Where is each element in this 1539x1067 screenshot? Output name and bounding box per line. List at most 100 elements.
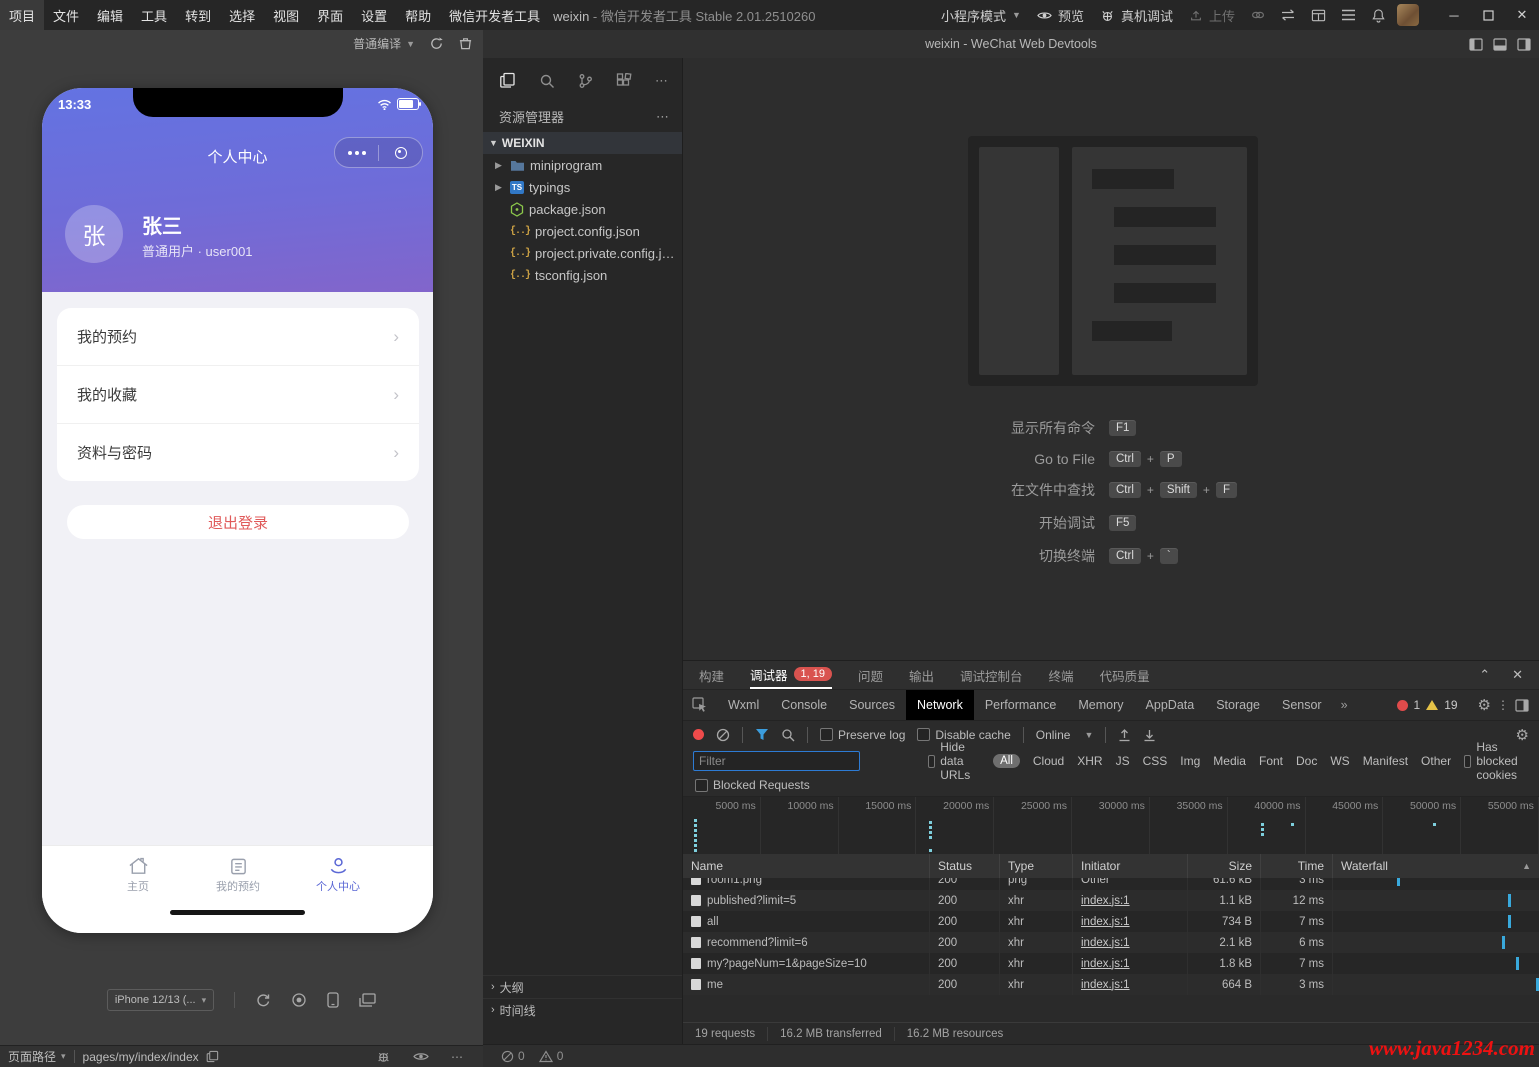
error-count[interactable]: 1 — [1414, 698, 1421, 712]
table-row[interactable]: recommend?limit=6 200 xhr index.js:1 2.1… — [683, 932, 1539, 953]
preview-eye-icon[interactable] — [413, 1050, 429, 1063]
tab-personal-center[interactable]: 个人中心 — [288, 854, 388, 894]
devtools-settings-gear-icon[interactable]: ⚙ — [1478, 696, 1491, 714]
devtools-tab-performance[interactable]: Performance — [974, 690, 1068, 720]
menu-item-favorites[interactable]: 我的收藏› — [57, 366, 419, 424]
filter-type-other[interactable]: Other — [1421, 754, 1451, 768]
refresh-button[interactable] — [429, 36, 444, 51]
search-icon[interactable] — [781, 728, 795, 742]
menu-project[interactable]: 项目 — [0, 0, 44, 30]
layout-grid-icon[interactable] — [1303, 0, 1333, 30]
tree-item-typings[interactable]: ▶ TS typings — [483, 176, 682, 198]
filter-type-xhr[interactable]: XHR — [1077, 754, 1102, 768]
menu-interface[interactable]: 界面 — [308, 0, 352, 30]
close-capsule-icon[interactable] — [379, 147, 422, 159]
menu-edit[interactable]: 编辑 — [88, 0, 132, 30]
search-icon[interactable] — [539, 73, 555, 89]
panel-tab-code-quality[interactable]: 代码质量 — [1100, 666, 1150, 685]
clear-cache-button[interactable] — [458, 36, 473, 51]
has-blocked-cookies-checkbox[interactable]: Has blocked cookies — [1464, 740, 1529, 782]
filter-type-media[interactable]: Media — [1213, 754, 1246, 768]
import-har-icon[interactable] — [1118, 728, 1131, 742]
preview-button[interactable]: 预览 — [1029, 0, 1092, 30]
column-time[interactable]: Time — [1261, 854, 1333, 878]
column-size[interactable]: Size — [1188, 854, 1261, 878]
window-maximize-button[interactable] — [1471, 0, 1505, 30]
table-row[interactable]: my?pageNum=1&pageSize=10 200 xhr index.j… — [683, 953, 1539, 974]
menu-select[interactable]: 选择 — [220, 0, 264, 30]
devtools-tab-console[interactable]: Console — [770, 690, 838, 720]
window-close-button[interactable]: ✕ — [1505, 0, 1539, 30]
export-har-icon[interactable] — [1143, 728, 1156, 742]
panel-tab-debug-console[interactable]: 调试控制台 — [960, 666, 1023, 685]
initiator-link[interactable]: index.js:1 — [1081, 979, 1130, 991]
devtools-tab-network[interactable]: Network — [906, 690, 974, 720]
menu-file[interactable]: 文件 — [44, 0, 88, 30]
phone-frame-button[interactable] — [327, 992, 339, 1008]
table-row[interactable]: room1.png 200 png Other 61.6 kB 3 ms — [683, 878, 1539, 890]
mode-switcher[interactable]: 小程序模式▼ — [933, 0, 1029, 30]
extensions-icon[interactable] — [616, 73, 632, 89]
copy-path-icon[interactable] — [206, 1050, 219, 1063]
toggle-secondary-sidebar-icon[interactable] — [1517, 38, 1531, 51]
debug-icon[interactable] — [376, 1049, 391, 1064]
filter-type-font[interactable]: Font — [1259, 754, 1283, 768]
menu-tools[interactable]: 工具 — [132, 0, 176, 30]
tree-item-project-private-config[interactable]: {..} project.private.config.js... — [483, 242, 682, 264]
column-status[interactable]: Status — [930, 854, 1000, 878]
tree-item-project-config[interactable]: {..} project.config.json — [483, 220, 682, 242]
column-initiator[interactable]: Initiator — [1073, 854, 1188, 878]
multi-window-button[interactable] — [359, 993, 376, 1008]
menu-wechat-devtools[interactable]: 微信开发者工具 — [440, 0, 549, 30]
record-screen-button[interactable] — [291, 992, 307, 1008]
filter-funnel-icon[interactable] — [755, 728, 769, 741]
menu-item-profile-password[interactable]: 资料与密码› — [57, 424, 419, 481]
window-minimize-button[interactable]: ─ — [1437, 0, 1471, 30]
tree-item-tsconfig[interactable]: {..} tsconfig.json — [483, 264, 682, 286]
record-button[interactable] — [693, 729, 704, 740]
clear-button[interactable] — [716, 728, 730, 742]
switch-icon[interactable] — [1273, 0, 1303, 30]
filter-type-ws[interactable]: WS — [1330, 754, 1349, 768]
link-icon[interactable] — [1243, 0, 1273, 30]
filter-type-doc[interactable]: Doc — [1296, 754, 1317, 768]
user-avatar[interactable] — [1393, 0, 1423, 30]
warning-count[interactable]: 19 — [1444, 698, 1457, 712]
device-selector[interactable]: iPhone 12/13 (...▾ — [107, 989, 214, 1011]
panel-tab-build[interactable]: 构建 — [699, 666, 724, 685]
initiator-link[interactable]: index.js:1 — [1081, 895, 1130, 907]
devtools-tab-sensor[interactable]: Sensor — [1271, 690, 1333, 720]
page-path-dropdown[interactable]: 页面路径▾ — [8, 1048, 66, 1065]
preserve-log-checkbox[interactable]: Preserve log — [820, 728, 905, 742]
column-type[interactable]: Type — [1000, 854, 1073, 878]
devtools-tab-storage[interactable]: Storage — [1205, 690, 1271, 720]
initiator-link[interactable]: index.js:1 — [1081, 937, 1130, 949]
devtools-tab-memory[interactable]: Memory — [1067, 690, 1134, 720]
hamburger-menu-icon[interactable] — [1333, 0, 1363, 30]
more-icon[interactable] — [335, 151, 378, 155]
warnings-count[interactable]: 0 — [557, 1049, 564, 1063]
initiator-link[interactable]: index.js:1 — [1081, 916, 1130, 928]
collapse-panel-icon[interactable]: ⌃ — [1479, 667, 1490, 683]
column-waterfall[interactable]: Waterfall ▲ — [1333, 854, 1539, 878]
filter-type-manifest[interactable]: Manifest — [1363, 754, 1408, 768]
menu-view[interactable]: 视图 — [264, 0, 308, 30]
inspect-element-icon[interactable] — [683, 697, 717, 713]
devtools-tab-appdata[interactable]: AppData — [1135, 690, 1206, 720]
errors-count[interactable]: 0 — [518, 1049, 525, 1063]
upload-button[interactable]: 上传 — [1181, 0, 1243, 30]
table-row[interactable]: all 200 xhr index.js:1 734 B 7 ms — [683, 911, 1539, 932]
panel-tab-debugger[interactable]: 调试器 1, 19 — [750, 661, 832, 689]
capsule-buttons[interactable] — [334, 137, 423, 168]
files-icon[interactable] — [499, 72, 516, 89]
timeline-section[interactable]: › 时间线 — [483, 998, 682, 1021]
hide-data-urls-checkbox[interactable]: Hide data URLs — [928, 740, 980, 782]
filter-type-all[interactable]: All — [993, 754, 1020, 768]
toggle-sidebar-icon[interactable] — [1469, 38, 1483, 51]
devtools-tab-wxml[interactable]: Wxml — [717, 690, 770, 720]
toggle-panel-icon[interactable] — [1493, 38, 1507, 51]
source-control-icon[interactable] — [578, 73, 593, 89]
notifications-bell-icon[interactable] — [1363, 0, 1393, 30]
rotate-device-button[interactable] — [255, 992, 271, 1008]
panel-tab-terminal[interactable]: 终端 — [1049, 666, 1074, 685]
